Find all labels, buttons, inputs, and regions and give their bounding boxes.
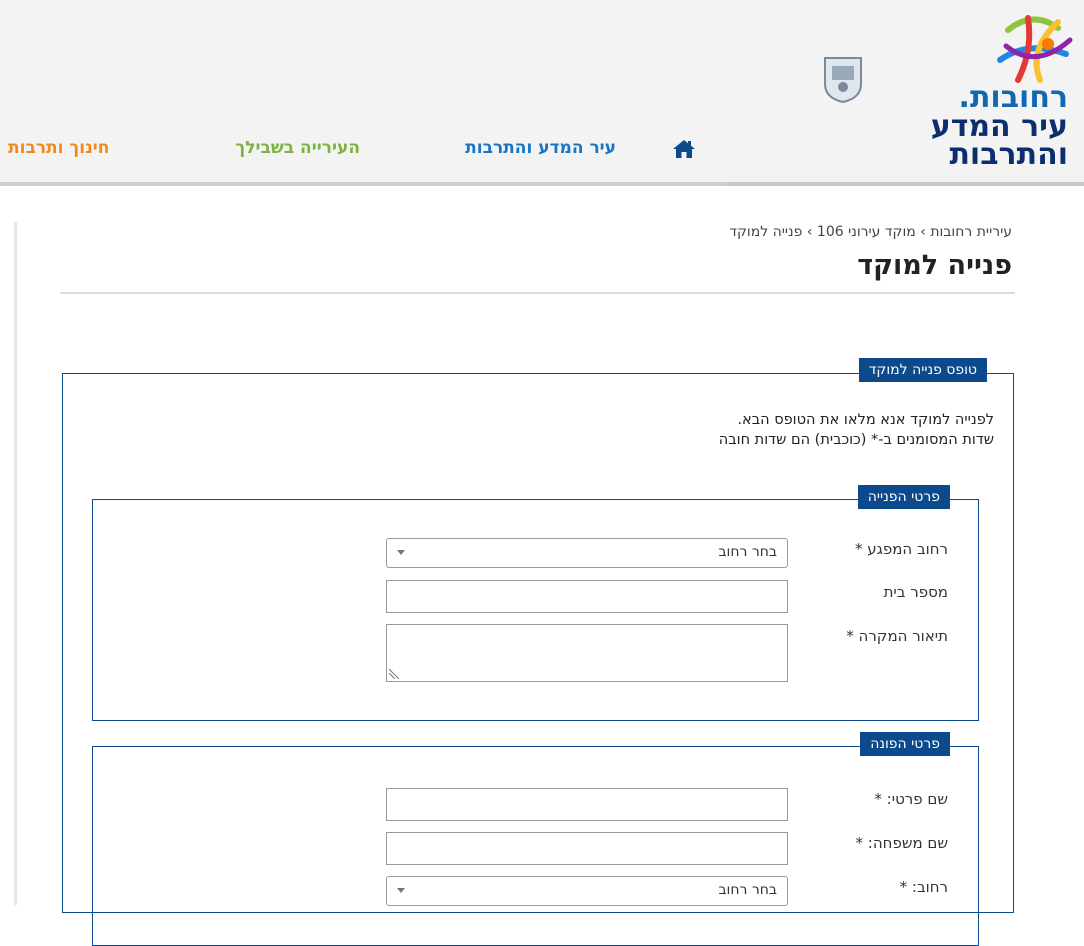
house-number-label: מספר בית: [883, 583, 948, 601]
chevron-down-icon: [397, 550, 405, 555]
last-name-input[interactable]: [386, 832, 788, 865]
applicant-street-select[interactable]: בחר רחוב: [386, 876, 788, 906]
hazard-street-label: רחוב המפגע *: [855, 540, 948, 558]
side-divider: [14, 222, 17, 905]
applicant-details-legend: פרטי הפונה: [860, 732, 950, 756]
nav-item-municipality[interactable]: העירייה בשבילך: [235, 138, 360, 168]
title-divider: [60, 292, 1015, 294]
incident-description-textarea[interactable]: [386, 624, 788, 682]
header-divider-accent: [726, 182, 1084, 186]
last-name-label: שם משפחה: *: [855, 834, 948, 852]
breadcrumb-separator: ›: [806, 224, 813, 240]
applicant-street-label: רחוב: *: [899, 878, 948, 896]
applicant-street-select-value: בחר רחוב: [718, 882, 777, 898]
breadcrumb-item-home[interactable]: עיריית רחובות: [930, 224, 1012, 240]
home-icon[interactable]: [672, 138, 696, 160]
breadcrumb-item-current: פנייה למוקד: [729, 224, 803, 240]
breadcrumb-separator: ›: [920, 224, 926, 240]
form-legend: טופס פנייה למוקד: [858, 358, 987, 382]
nav-item-education[interactable]: חינוך ותרבות: [8, 138, 109, 168]
incident-description-label: תיאור המקרה *: [846, 627, 948, 645]
hazard-street-select[interactable]: בחר רחוב: [386, 538, 788, 568]
hazard-street-select-value: בחר רחוב: [718, 544, 777, 560]
house-number-input[interactable]: [386, 580, 788, 613]
form-intro-line-2: שדות המסומנים ב-* (כוכבית) הם שדות חובה: [718, 432, 994, 448]
nav-item-city[interactable]: עיר המדע והתרבות: [465, 138, 616, 168]
first-name-label: שם פרטי: *: [874, 790, 948, 808]
colorful-star-mark-icon: [997, 15, 1073, 83]
city-emblem-icon: [824, 57, 862, 104]
chevron-down-icon: [397, 888, 405, 893]
first-name-input[interactable]: [386, 788, 788, 821]
request-details-legend: פרטי הפנייה: [857, 485, 950, 509]
page-title: פנייה למוקד: [857, 250, 1012, 281]
breadcrumb: עיריית רחובות › מוקד עירוני 106 › פנייה …: [729, 224, 1012, 240]
breadcrumb-item-hotline[interactable]: מוקד עירוני 106: [817, 224, 916, 240]
resize-handle-icon[interactable]: [389, 665, 403, 679]
site-logo[interactable]: רחובות. עיר המדע והתרבות: [810, 8, 1082, 172]
logo-line-3: והתרבות: [949, 137, 1068, 172]
form-intro-line-1: לפנייה למוקד אנא מלאו את הטופס הבא.: [737, 412, 994, 428]
